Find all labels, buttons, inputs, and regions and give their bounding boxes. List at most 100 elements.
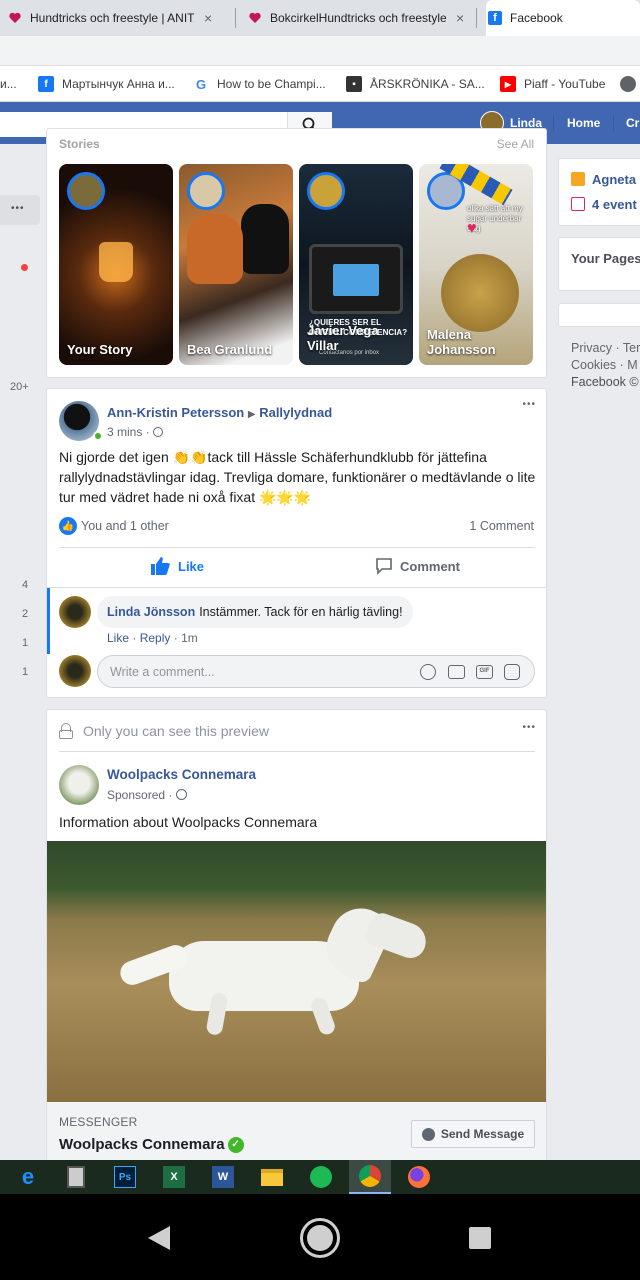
bookmark-martynchuk[interactable]: f Мартынчук Анна и... [38,66,175,102]
comment-reply-link[interactable]: Reply [140,631,171,645]
cta-messenger-label: MESSENGER [59,1115,138,1129]
comment-like-link[interactable]: Like [107,631,129,645]
medal-image [441,254,519,332]
close-tab-icon[interactable]: × [204,10,212,26]
badge-count: 20+ [10,381,29,393]
chrome-icon[interactable] [349,1160,391,1194]
like-button[interactable]: Like [151,557,204,575]
dog-image [187,214,243,284]
avatar [307,172,345,210]
footer-line[interactable]: Cookies · M [571,357,640,374]
calculator-icon[interactable] [62,1163,90,1191]
send-message-label: Send Message [440,1127,525,1141]
story-name: Javier Vega Villar [307,323,379,353]
bookmark-how-to-be-champion[interactable]: G How to be Champi... [193,66,326,102]
reactions-summary[interactable]: 👍 You and 1 other [59,517,169,535]
post-meta: 3 mins · [107,425,164,439]
your-pages-header: Your Pages [571,251,640,266]
separator: · [132,631,137,645]
story-tile-javier-vega-villar[interactable]: ¿QUIERES SER EL OFICIAL COMPETENCIA? Con… [299,164,413,365]
bookmark-partial[interactable]: и... [0,66,17,102]
firefox-icon[interactable] [405,1163,433,1191]
bookmarks-bar: и... f Мартынчук Анна и... G How to be C… [0,66,640,102]
badge-count: 4 [22,579,29,591]
heart-icon: ♥ [467,220,477,237]
comments-count-link[interactable]: 1 Comment [469,519,534,533]
ad-page-name-link[interactable]: Woolpacks Connemara [107,767,256,782]
bookmark-label: How to be Champi... [217,77,326,91]
word-icon[interactable]: W [209,1163,237,1191]
sponsored-text[interactable]: Sponsored [107,788,165,802]
dog-image [241,204,289,274]
spotify-icon[interactable] [307,1163,335,1191]
post-time-link[interactable]: 3 mins [107,425,142,439]
ad-cta-bar: MESSENGER Woolpacks Connemara ✓ Send Mes… [47,1102,546,1168]
page-avatar[interactable] [59,765,99,805]
nav-create-link[interactable]: Cr [626,102,639,144]
sticker-icon[interactable] [504,664,520,680]
like-label: Like [178,558,205,574]
back-icon[interactable] [146,1224,172,1252]
audience-icon [153,427,164,437]
comment-input[interactable]: Write a comment... GIF [97,655,535,688]
ad-options-button[interactable]: ••• [522,722,536,733]
like-reaction-icon: 👍 [59,517,77,535]
birthday-name-link[interactable]: Agneta [592,172,636,187]
comment-button[interactable]: Comment [375,557,460,575]
nav-home-link[interactable]: Home [567,102,600,144]
comment-bubble: Linda Jönsson Instämmer. Tack för en här… [97,596,413,628]
dog-icon: ▪ [346,76,362,92]
recent-apps-icon[interactable] [469,1227,491,1249]
camera-icon[interactable] [448,665,465,679]
online-status-dot [93,431,103,441]
events-link[interactable]: 4 event [592,197,637,212]
footer-links: Privacy · Ter Cookies · M Facebook © [571,340,640,391]
close-tab-icon[interactable]: × [456,10,464,26]
nav-home-label: Home [567,116,601,130]
comment-author-link[interactable]: Linda Jönsson [107,605,195,619]
tab-hundtricks-anita[interactable]: Hundtricks och freestyle | ANITA/ × [8,0,212,36]
separator: · [168,788,173,802]
more-button[interactable]: ••• [0,195,40,225]
bookmark-arskronika[interactable]: ▪ ÅRSKRÖNIKA - SA... [346,66,485,102]
story-tile-your-story[interactable]: Your Story [59,164,173,365]
tab-bokcirkel[interactable]: BokcirkelHundtricks och freestyle × [248,0,464,36]
story-name: Malena Johansson [427,327,496,357]
nav-create-label: Cr [626,116,640,130]
messenger-icon [421,1127,435,1141]
comment-bubble-icon [376,558,392,575]
tab-title: Facebook [510,11,563,25]
tab-facebook-active[interactable]: f Facebook [486,0,640,36]
windows-taskbar: e Ps X W [0,1160,640,1194]
post-options-button[interactable]: ••• [522,399,536,410]
avatar [67,172,105,210]
thumbs-up-icon [151,557,170,575]
see-all-link[interactable]: See All [497,137,534,151]
footer-line[interactable]: Privacy · Ter [571,340,640,357]
bookmark-label: Piaff - YouTube [524,77,606,91]
lock-icon [59,723,73,739]
post-group-link[interactable]: Rallylydnad [259,405,332,420]
send-message-button[interactable]: Send Message [411,1120,535,1148]
comment-time-link[interactable]: 1m [181,631,198,645]
post-author-link[interactable]: Ann-Kristin Petersson [107,405,244,420]
globe-icon[interactable] [620,66,640,102]
emoji-icon[interactable] [420,664,436,680]
post-text: Ni gjorde det igen 👏👏tack till Hässle Sc… [59,449,536,505]
gif-icon[interactable]: GIF [476,665,493,679]
bookmark-piaff-youtube[interactable]: ▶ Piaff - YouTube [500,66,605,102]
edge-icon[interactable]: e [14,1163,42,1191]
address-bar-strip[interactable] [0,36,640,66]
ad-body-text: Information about Woolpacks Connemara [59,814,318,830]
lantern-image [99,242,133,282]
avatar[interactable] [59,596,91,628]
bookmark-label: и... [0,77,17,91]
photoshop-icon[interactable]: Ps [111,1163,139,1191]
excel-icon[interactable]: X [160,1163,188,1191]
story-tile-malena-johansson[interactable]: olika sätt att my sugar underbar dag ♥ M… [419,164,533,365]
separator: · [173,631,178,645]
home-button-icon[interactable] [300,1218,340,1258]
story-tile-bea-granlund[interactable]: Bea Granlund [179,164,293,365]
ad-image-white-horse[interactable] [47,841,546,1102]
file-explorer-icon[interactable] [258,1163,286,1191]
